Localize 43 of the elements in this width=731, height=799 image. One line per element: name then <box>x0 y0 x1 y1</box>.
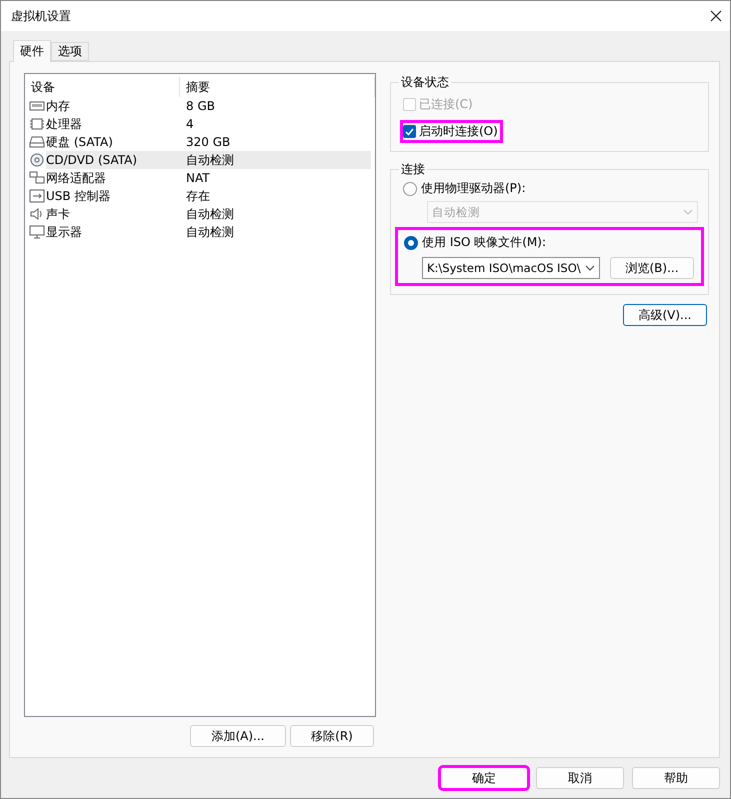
checkmark-icon <box>405 128 414 136</box>
device-summary: 320 GB <box>185 134 232 151</box>
column-header[interactable]: 设备 <box>25 77 180 97</box>
device-name[interactable]: CD/DVD (SATA) <box>46 151 182 169</box>
tab[interactable]: 硬件 <box>13 40 51 62</box>
radio-option[interactable]: 使用 ISO 映像文件(M): <box>404 234 696 251</box>
browse-button[interactable]: 浏览(B)... <box>610 257 694 279</box>
disc-icon <box>29 153 45 167</box>
device-name[interactable]: 内存 <box>46 97 182 115</box>
dialog-button[interactable]: 帮助 <box>632 767 720 789</box>
device-summary: 自动检测 <box>185 224 235 240</box>
chevron-icon <box>683 209 693 215</box>
device-summary: 自动检测 <box>182 151 371 169</box>
add-button[interactable]: 添加(A)... <box>190 725 286 747</box>
device-summary: 自动检测 <box>185 206 235 222</box>
advanced-button[interactable]: 高级(V)... <box>623 304 707 326</box>
group-title: 连接 <box>400 161 426 178</box>
device-name[interactable]: 网络适配器 <box>46 169 182 187</box>
chip-icon <box>29 117 45 131</box>
group-title: 设备状态 <box>400 74 450 91</box>
device-name[interactable]: USB 控制器 <box>46 187 182 205</box>
close-icon[interactable] <box>710 10 722 22</box>
device-name[interactable]: 显示器 <box>46 223 182 241</box>
device-name[interactable]: 处理器 <box>46 115 182 133</box>
device-summary: 存在 <box>185 188 211 204</box>
column-header[interactable]: 摘要 <box>180 77 375 97</box>
device-name[interactable]: 硬盘 (SATA) <box>46 133 182 151</box>
window-title: 虚拟机设置 <box>11 8 71 24</box>
checkbox[interactable]: 启动时连接(O) <box>400 120 503 143</box>
device-summary: 4 <box>185 116 195 133</box>
device-name[interactable]: 声卡 <box>46 205 182 223</box>
chevron-icon <box>585 265 595 271</box>
monitor-icon <box>29 225 45 239</box>
usb-icon <box>29 189 45 203</box>
memory-icon <box>29 99 45 113</box>
dialog-button[interactable]: 确定 <box>440 767 528 789</box>
device-summary: NAT <box>185 170 211 187</box>
network-icon <box>29 171 45 185</box>
device-summary: 8 GB <box>185 98 216 115</box>
dialog-button[interactable]: 取消 <box>536 767 624 789</box>
remove-button[interactable]: 移除(R) <box>290 725 374 747</box>
iso-path-combo[interactable]: K:\System ISO\macOS ISO\ <box>422 257 600 279</box>
tab[interactable]: 选项 <box>51 42 89 61</box>
